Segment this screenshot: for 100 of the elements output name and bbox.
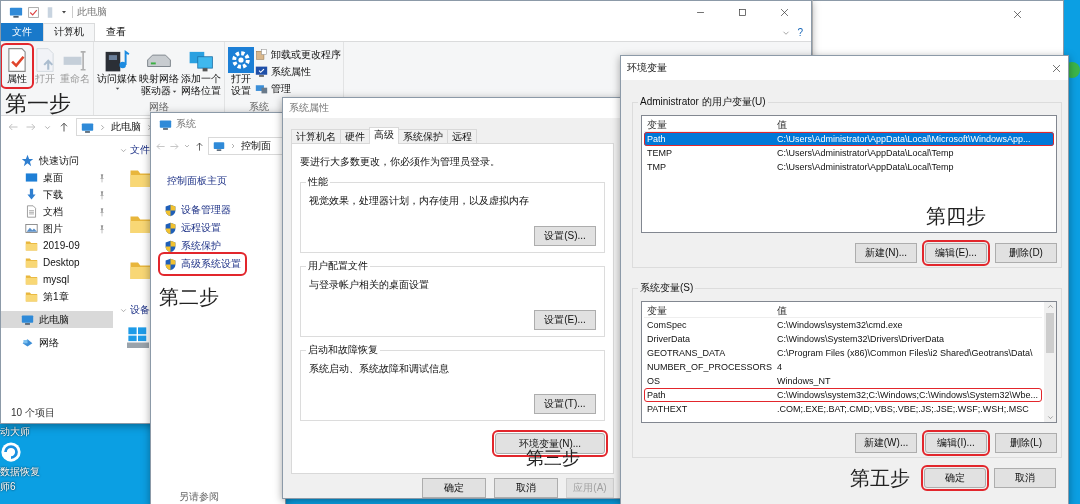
- ribbon-button[interactable]: 映射网络 驱动器: [138, 46, 180, 98]
- column-header[interactable]: 变量: [644, 118, 774, 131]
- table-row[interactable]: PATHEXT .COM;.EXE;.BAT;.CMD;.VBS;.VBE;.JS;.JSE;.WSF;.WSH;.MSC: [644, 402, 1042, 416]
- box-icon: [255, 48, 268, 61]
- settings-button[interactable]: 设置(S)...: [534, 226, 596, 246]
- table-row[interactable]: Path C:\Users\Administrator\AppData\Local\Microsoft\WindowsApp...: [644, 132, 1054, 146]
- table-row[interactable]: TEMP C:\Users\Administrator\AppData\Local\Temp: [644, 146, 1054, 160]
- dialog-button[interactable]: 删除(L): [995, 433, 1057, 453]
- settings-button[interactable]: 设置(E)...: [534, 310, 596, 330]
- back-arrow-icon[interactable]: [155, 140, 166, 152]
- up-arrow-icon[interactable]: [58, 121, 70, 133]
- caret-icon[interactable]: [60, 8, 68, 16]
- sidebar-item[interactable]: 第1章: [1, 288, 113, 305]
- table-cell-text: Path: [646, 389, 667, 401]
- computer-icon: [213, 140, 225, 152]
- scroll-thumb[interactable]: [1046, 313, 1054, 353]
- sidebar-item[interactable]: 快速访问: [1, 152, 113, 169]
- sidebar-item[interactable]: 此电脑: [1, 311, 113, 328]
- dialog-tab[interactable]: 硬件: [340, 129, 370, 143]
- dialog-button[interactable]: 删除(D): [995, 243, 1057, 263]
- dialog-button[interactable]: 新建(W)...: [855, 433, 917, 453]
- ribbon-tab[interactable]: 文件: [1, 23, 43, 41]
- ribbon-tab[interactable]: 计算机: [43, 23, 95, 41]
- ribbon-button[interactable]: 管理: [255, 80, 341, 97]
- shield-icon: [164, 239, 177, 253]
- close-icon[interactable]: [778, 6, 790, 18]
- checkbox-icon[interactable]: [27, 5, 40, 19]
- dialog-button[interactable]: 确定: [924, 468, 986, 488]
- app-icon[interactable]: [0, 441, 22, 463]
- computer-icon: [159, 117, 172, 131]
- sidebar-item[interactable]: 下载: [1, 186, 113, 203]
- settings-link[interactable]: 高级系统设置: [161, 255, 244, 273]
- table-cell-text: C:\Users\Administrator\AppData\Local\Temp: [776, 161, 955, 173]
- ribbon-button[interactable]: 访问媒体: [96, 46, 138, 93]
- control-panel-link[interactable]: 控制面板主页: [167, 175, 277, 187]
- dialog-tab[interactable]: 系统保护: [398, 129, 448, 143]
- group-title: 用户配置文件: [306, 260, 370, 272]
- dialog-tab[interactable]: 高级: [369, 127, 399, 144]
- close-icon[interactable]: [1051, 62, 1062, 74]
- table-cell-text: OS: [646, 375, 661, 387]
- column-header[interactable]: 值: [774, 304, 1042, 317]
- table-cell-text: Windows_NT: [776, 375, 832, 387]
- group-label: 系统: [249, 101, 269, 113]
- breadcrumb-link[interactable]: 控制面: [241, 140, 271, 152]
- ribbon-button[interactable]: 卸载或更改程序: [255, 46, 341, 63]
- table-row[interactable]: OS Windows_NT: [644, 374, 1042, 388]
- dialog-button[interactable]: 确定: [422, 478, 486, 498]
- forward-arrow-icon[interactable]: [169, 140, 180, 152]
- scroll-down-icon[interactable]: [1045, 413, 1055, 422]
- table-cell-text: .COM;.EXE;.BAT;.CMD;.VBS;.VBE;.JS;.JSE;.WSF;.WSH;.MSC: [776, 403, 1030, 415]
- computer-icon: [9, 5, 23, 19]
- ribbon-button[interactable]: 添加一个 网络位置: [180, 46, 222, 98]
- shield-icon: [164, 221, 177, 235]
- chevron-icon[interactable]: [183, 142, 191, 150]
- column-header[interactable]: 值: [774, 118, 1054, 131]
- breadcrumb-link[interactable]: 此电脑: [111, 121, 141, 133]
- settings-link[interactable]: 系统保护: [161, 237, 224, 255]
- close-icon[interactable]: [1012, 9, 1023, 20]
- column-header[interactable]: 变量: [644, 304, 774, 317]
- ribbon-button[interactable]: 系统属性: [255, 63, 341, 80]
- dialog-tab[interactable]: 远程: [447, 129, 477, 143]
- dialog-button[interactable]: 新建(N)...: [855, 243, 917, 263]
- help-icon[interactable]: ?: [797, 27, 803, 39]
- settings-link[interactable]: 远程设置: [161, 219, 224, 237]
- settings-button[interactable]: 设置(T)...: [534, 394, 596, 414]
- section-header[interactable]: 设备: [119, 304, 153, 316]
- monitor-icon: [255, 65, 268, 78]
- table-row[interactable]: NUMBER_OF_PROCESSORS 4: [644, 360, 1042, 374]
- sidebar-item[interactable]: 2019-09: [1, 237, 113, 254]
- dialog-button[interactable]: 取消: [994, 468, 1056, 488]
- dialog-tab[interactable]: 计算机名: [291, 129, 341, 143]
- table-row[interactable]: DriverData C:\Windows\System32\Drivers\DriverData: [644, 332, 1042, 346]
- forward-arrow-icon[interactable]: [25, 121, 37, 133]
- chevron-icon: [98, 122, 107, 132]
- sidebar-item[interactable]: Desktop: [1, 254, 113, 271]
- sidebar-item[interactable]: 文档: [1, 203, 113, 220]
- dialog-button[interactable]: 取消: [494, 478, 558, 498]
- maximize-icon[interactable]: [736, 6, 748, 18]
- sidebar-item[interactable]: 图片: [1, 220, 113, 237]
- address-bar[interactable]: 控制面: [208, 137, 285, 155]
- ribbon-tab[interactable]: 查看: [95, 23, 137, 41]
- table-row[interactable]: Path C:\Windows\system32;C:\Windows;C:\Windows\System32\Wbe...: [644, 388, 1042, 402]
- ribbon-button[interactable]: 打开 设置: [227, 46, 255, 98]
- back-arrow-icon[interactable]: [7, 121, 19, 133]
- table-row[interactable]: GEOTRANS_DATA C:\Program Files (x86)\Common Files\i2 Shared\Geotrans\Data\: [644, 346, 1042, 360]
- up-arrow-icon[interactable]: [194, 140, 205, 152]
- scrollbar[interactable]: [1044, 302, 1056, 422]
- status-text: 10 个项目: [10, 407, 56, 420]
- sidebar-item[interactable]: 桌面: [1, 169, 113, 186]
- dialog-button[interactable]: 编辑(I)...: [925, 433, 987, 453]
- table-row[interactable]: ComSpec C:\Windows\system32\cmd.exe: [644, 318, 1042, 332]
- settings-link[interactable]: 设备管理器: [161, 201, 234, 219]
- section-header[interactable]: 文件: [119, 144, 153, 156]
- table-cell-text: PATHEXT: [646, 403, 689, 415]
- scroll-up-icon[interactable]: [1045, 302, 1055, 311]
- table-row[interactable]: TMP C:\Users\Administrator\AppData\Local\Temp: [644, 160, 1054, 174]
- sidebar-item[interactable]: mysql: [1, 271, 113, 288]
- dialog-button[interactable]: 编辑(E)...: [925, 243, 987, 263]
- sidebar-item[interactable]: 网络: [1, 334, 113, 351]
- ribbon-button[interactable]: 属性: [3, 46, 31, 86]
